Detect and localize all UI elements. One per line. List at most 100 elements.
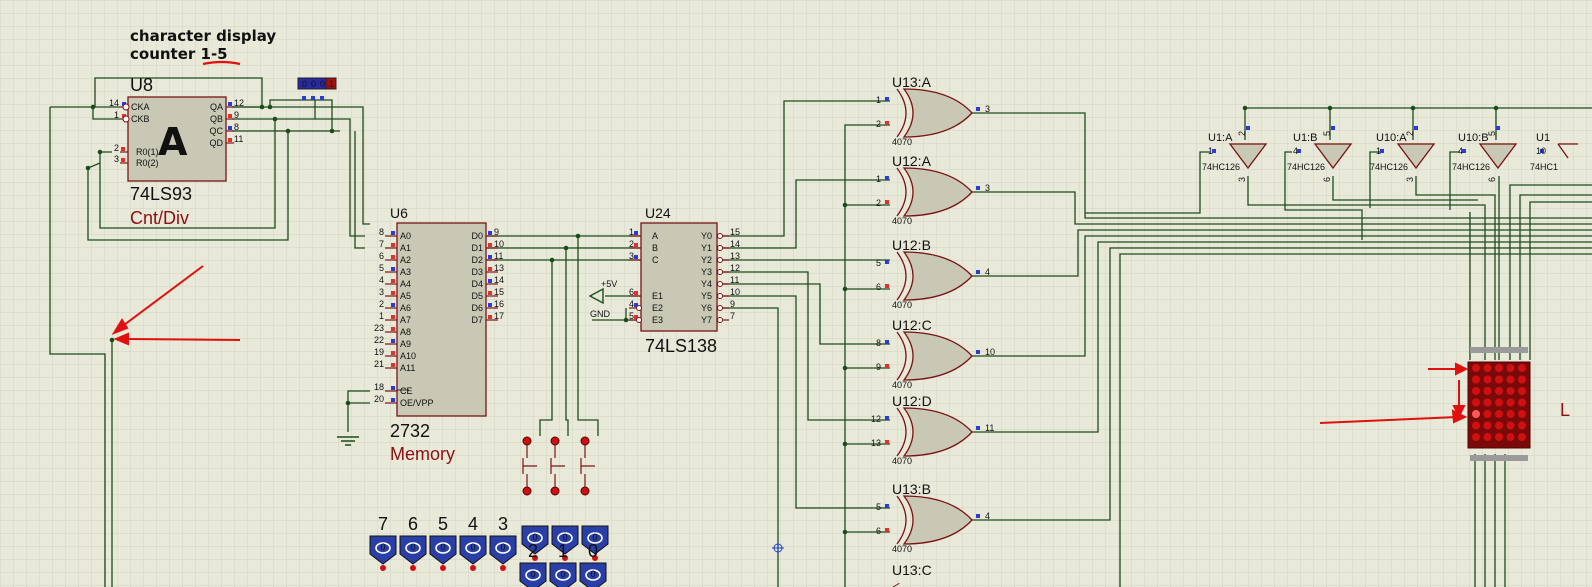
probe-label: 7 — [378, 514, 388, 534]
pin-state-dot — [228, 114, 232, 118]
pin-state-dot — [885, 97, 889, 101]
u6-pin-number: 13 — [494, 263, 504, 273]
u6-pin-number: 16 — [494, 299, 504, 309]
u8-type: 74LS93 — [130, 184, 192, 204]
u24-pin-name: Y0 — [701, 231, 712, 241]
u6-pin-name: D6 — [471, 303, 483, 313]
u6-pin-number: 22 — [374, 335, 384, 345]
buffer-ref: U1:B — [1293, 132, 1317, 144]
pin-state-dot — [1496, 126, 1500, 130]
u6-pin-number: 20 — [374, 394, 384, 404]
probe-label: 2 — [528, 541, 538, 561]
led-dot — [1483, 433, 1492, 441]
switch-terminal — [522, 436, 532, 446]
pin-state-dot — [391, 291, 395, 295]
pin-state-dot — [311, 96, 315, 100]
xor-pin-number: 6 — [876, 282, 881, 292]
inversion-bubble — [717, 233, 723, 239]
pin-state-dot — [885, 528, 889, 532]
u24-pin-number: 12 — [730, 263, 740, 273]
u24-pin-number: 2 — [629, 239, 634, 249]
buffer-pin-number: 3 — [1237, 177, 1247, 182]
led-dot — [1495, 433, 1503, 441]
inversion-bubble — [717, 245, 723, 251]
led-dot — [1495, 364, 1503, 372]
u24-pin-name: A — [652, 231, 658, 241]
pin-state-dot — [488, 291, 492, 295]
pin-state-dot — [488, 279, 492, 283]
xor-gate-ref: U12:C — [892, 317, 932, 333]
annotation-line2: counter 1-5 — [130, 45, 228, 63]
u6-pin-number: 17 — [494, 311, 504, 321]
buffer-pin-number: 2 — [1237, 131, 1247, 136]
switch-terminal — [580, 486, 590, 496]
connector-pin-label: 1 — [329, 79, 334, 89]
led-dot — [1506, 387, 1515, 395]
probe-label: 0 — [588, 541, 598, 561]
xor-partial-ref: U13:C — [892, 562, 932, 578]
switch-terminal — [522, 486, 532, 496]
inversion-bubble — [717, 317, 723, 323]
u6-pin-name: A9 — [400, 339, 411, 349]
u24-pin-number: 15 — [730, 227, 740, 237]
inversion-bubble — [717, 257, 723, 263]
probe-value: 0 — [470, 542, 475, 552]
u6-pin-number: 9 — [494, 227, 499, 237]
xor-gate-ref: U12:A — [892, 153, 932, 169]
u8-pin-name: QA — [210, 102, 223, 112]
xor-part-number: 4070 — [892, 456, 912, 466]
u6-pin-name: D4 — [471, 279, 483, 289]
u24-pin-number: 9 — [730, 299, 735, 309]
pin-state-dot — [885, 260, 889, 264]
xor-gate-ref: U13:B — [892, 481, 931, 497]
xor-pin-number: 8 — [876, 338, 881, 348]
xor-pin-number: 1 — [876, 174, 881, 184]
probe-value: 0 — [590, 569, 595, 579]
u24-pin-name: E1 — [652, 291, 663, 301]
u24-pin-number: 4 — [629, 299, 634, 309]
u6-pin-name: A1 — [400, 243, 411, 253]
connector-pin-label: 0 — [302, 79, 307, 89]
led-dot — [1518, 421, 1526, 430]
pin-state-dot — [885, 364, 889, 368]
xor-pin-number: 5 — [876, 502, 881, 512]
u8-pin-number: 14 — [109, 98, 119, 108]
xor-pin-number: 4 — [985, 511, 990, 521]
u6-pin-number: 21 — [374, 359, 384, 369]
u24-pin-name: Y2 — [701, 255, 712, 265]
xor-gate-ref: U13:A — [892, 74, 932, 90]
u24-pin-number: 5 — [629, 311, 634, 321]
probe-label: 3 — [498, 514, 508, 534]
probe-value: 0 — [380, 542, 385, 552]
u8-pin-number: 9 — [234, 110, 239, 120]
probe-value: 0 — [410, 542, 415, 552]
buffer-ref: U10:B — [1458, 132, 1489, 144]
pin-state-dot — [885, 200, 889, 204]
inversion-bubble — [636, 305, 642, 311]
schematic-canvas[interactable]: character display counter 1-5 U8 A 74LS9… — [0, 0, 1592, 587]
buffer-pin-number: 5 — [1322, 131, 1332, 136]
u6-pin-number: 7 — [379, 239, 384, 249]
u8-pin-number: 12 — [234, 98, 244, 108]
u6-pin-name: A0 — [400, 231, 411, 241]
u6-pin-number: 1 — [379, 311, 384, 321]
u8-desc: Cnt/Div — [130, 208, 189, 228]
pin-state-dot — [391, 267, 395, 271]
pin-state-dot — [976, 186, 980, 190]
led-dot — [1472, 364, 1480, 372]
u6-pin-name: CE — [400, 386, 413, 396]
probe-terminal — [470, 565, 476, 571]
probe-value: 0 — [530, 569, 535, 579]
u6-pin-number: 3 — [379, 287, 384, 297]
u6-pin-name: A6 — [400, 303, 411, 313]
u8-pin-number: 8 — [234, 122, 239, 132]
u8-pin-number: 3 — [114, 154, 119, 164]
u8-pin-number: 1 — [114, 110, 119, 120]
probe-value: 0 — [560, 569, 565, 579]
u8-pin-number: 11 — [234, 134, 243, 144]
pin-state-dot — [885, 504, 889, 508]
u6-pin-number: 5 — [379, 263, 384, 273]
pin-state-dot — [488, 315, 492, 319]
inversion-bubble — [122, 103, 130, 111]
u6-desc: Memory — [390, 444, 455, 464]
